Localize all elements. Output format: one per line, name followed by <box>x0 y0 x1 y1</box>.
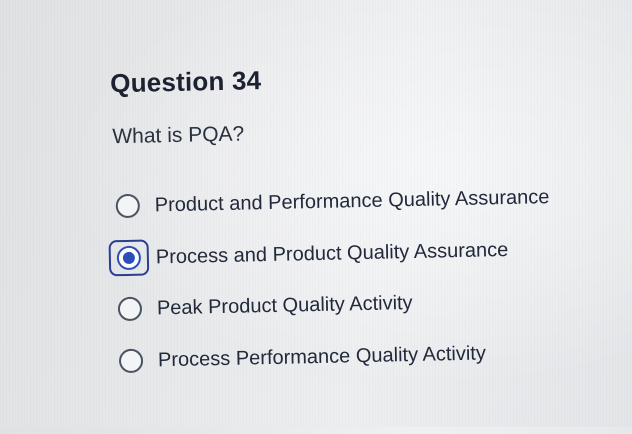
radio-button-empty-icon[interactable] <box>115 193 141 219</box>
answer-option-3[interactable]: Peak Product Quality Activity <box>114 285 413 327</box>
answer-option-label[interactable]: Process and Product Quality Assurance <box>156 238 509 268</box>
answer-option-label[interactable]: Process Performance Quality Activity <box>158 342 486 372</box>
radio-wrapper[interactable] <box>115 343 148 380</box>
radio-button-empty-icon[interactable] <box>117 296 143 322</box>
answer-option-label[interactable]: Product and Performance Quality Assuranc… <box>155 186 550 217</box>
question-title: Question 34 <box>109 65 262 99</box>
answer-option-1[interactable]: Product and Performance Quality Assuranc… <box>111 179 550 225</box>
answer-option-4[interactable]: Process Performance Quality Activity <box>115 335 487 379</box>
question-card: Question 34 What is PQA? Product and Per… <box>0 0 632 434</box>
radio-button-empty-icon[interactable] <box>118 348 144 374</box>
question-prompt: What is PQA? <box>112 122 245 149</box>
answer-option-label[interactable]: Peak Product Quality Activity <box>157 291 413 319</box>
radio-wrapper[interactable] <box>111 188 144 225</box>
radio-wrapper[interactable] <box>108 239 150 277</box>
radio-wrapper[interactable] <box>114 291 147 328</box>
answer-option-2[interactable]: Process and Product Quality Assurance <box>108 232 509 277</box>
